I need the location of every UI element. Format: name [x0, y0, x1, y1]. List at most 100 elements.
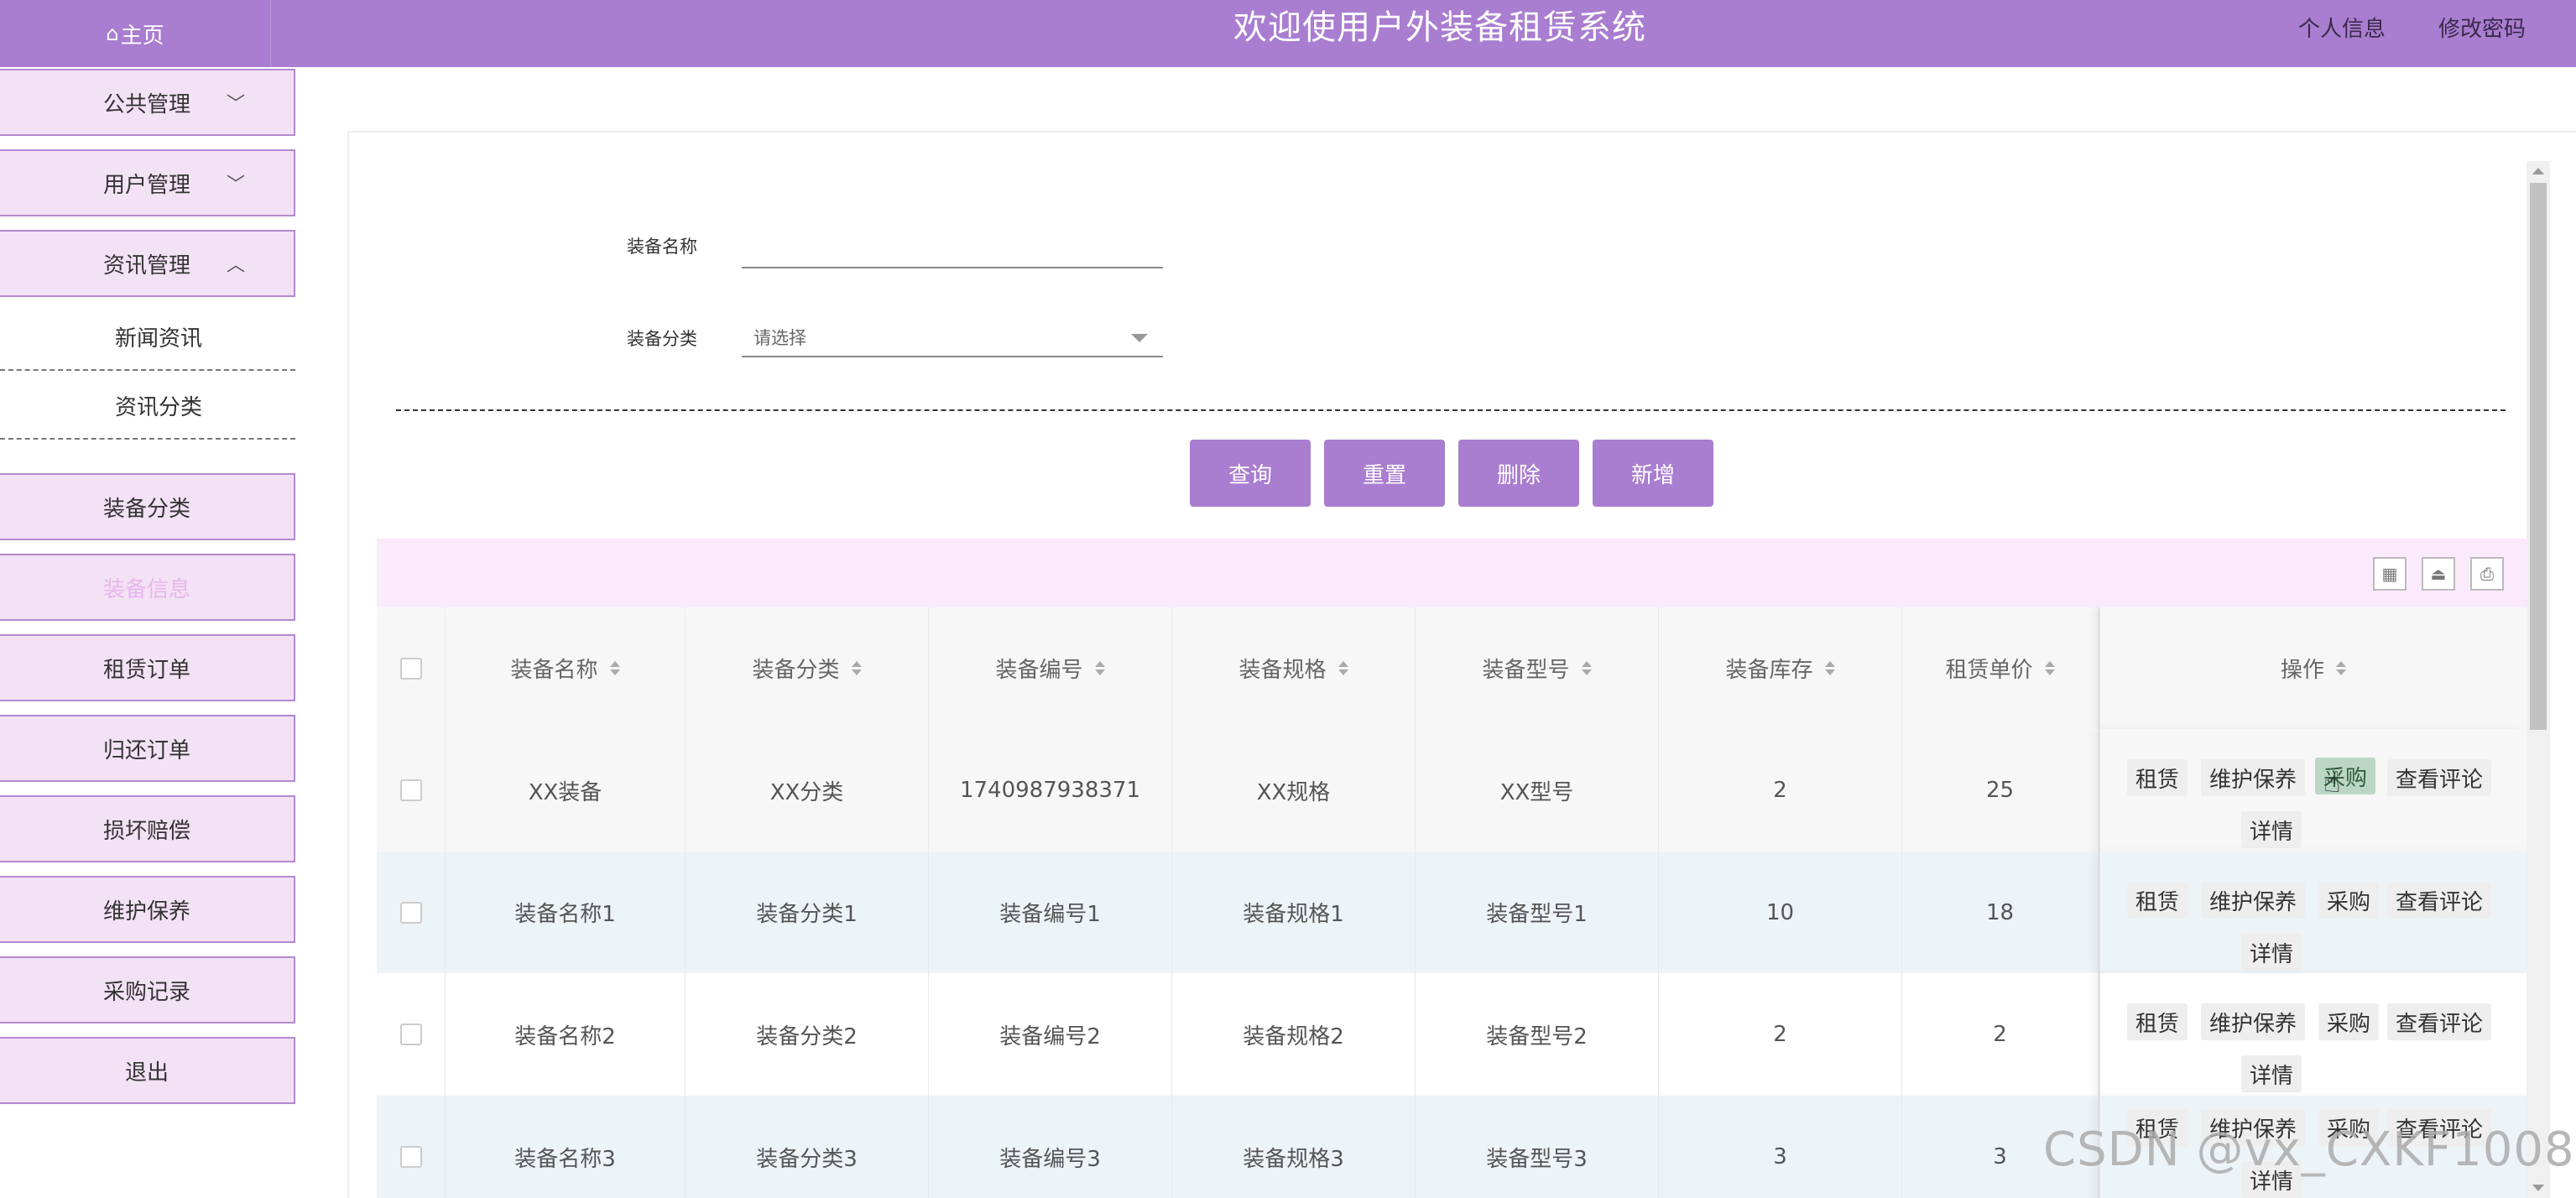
sort-icon[interactable] — [1338, 661, 1348, 675]
rent-button[interactable]: 租赁 — [2127, 882, 2188, 919]
row-checkbox[interactable] — [399, 1024, 422, 1045]
equipment-name-input[interactable] — [742, 230, 1163, 268]
column-header-label: 操作 — [2280, 658, 2324, 683]
table-cell: XX规格 — [1172, 729, 1416, 852]
row-checkbox[interactable] — [399, 1146, 422, 1168]
home-link[interactable]: ⌂ 主页 — [0, 0, 271, 67]
column-header[interactable]: 装备名称 — [446, 607, 686, 729]
sidebar-item-label: 新闻资讯 — [114, 326, 202, 352]
sidebar-item-rental-orders[interactable]: 租赁订单 — [0, 634, 295, 701]
column-header[interactable]: 租赁单价 — [1902, 607, 2099, 729]
divider — [396, 409, 2506, 411]
change-password-link[interactable]: 修改密码 — [2438, 12, 2526, 43]
column-header-label: 装备分类 — [752, 658, 840, 683]
table-cell: 装备编号1 — [929, 852, 1172, 973]
row-actions-cell: 租赁 维护保养 采购 查看评论 详情 ☝ — [2099, 729, 2526, 852]
sidebar-item-maintenance[interactable]: 维护保养 — [0, 876, 295, 943]
scroll-up-icon[interactable] — [2532, 168, 2544, 174]
scroll-down-icon[interactable] — [2532, 1185, 2544, 1191]
column-header-label: 装备编号 — [995, 658, 1083, 683]
table-cell: 1740987938371 — [929, 729, 1172, 852]
table-row[interactable]: 装备名称2 装备分类2 装备编号2 装备规格2 装备型号2 2 2 租赁 维护保… — [377, 973, 2526, 1096]
view-comments-button[interactable]: 查看评论 — [2387, 1003, 2492, 1040]
sidebar-item-news-management[interactable]: 资讯管理 ︿ — [0, 230, 295, 297]
equipment-category-select[interactable]: 请选择 — [742, 319, 1163, 357]
table-cell: 装备分类1 — [686, 852, 929, 973]
table-cell: 装备规格3 — [1172, 1096, 1416, 1198]
purchase-button[interactable]: 采购 — [2315, 758, 2376, 794]
sidebar-item-user-management[interactable]: 用户管理 ﹀ — [0, 149, 295, 216]
site-title: 欢迎使用户外装备租赁系统 — [1233, 8, 1646, 47]
sidebar-item-label: 装备分类 — [102, 496, 190, 522]
purchase-button[interactable]: 采购 — [2318, 882, 2380, 919]
sort-icon[interactable] — [851, 661, 862, 675]
sidebar-item-label: 维护保养 — [102, 898, 190, 925]
table-row[interactable]: XX装备 XX分类 1740987938371 XX规格 XX型号 2 25 租… — [377, 729, 2526, 852]
details-button[interactable]: 详情 — [2241, 934, 2302, 971]
column-header-label: 装备规格 — [1238, 658, 1327, 683]
sort-icon[interactable] — [1581, 661, 1592, 675]
sidebar-item-equipment-info[interactable]: 装备信息 — [0, 554, 295, 621]
scrollbar-thumb[interactable] — [2530, 183, 2547, 730]
maintenance-button[interactable]: 维护保养 — [2201, 882, 2306, 919]
table-cell: 装备分类2 — [686, 973, 929, 1096]
vertical-scrollbar[interactable] — [2526, 161, 2550, 1198]
column-header[interactable]: 装备编号 — [929, 607, 1172, 729]
table-cell: 装备编号2 — [929, 973, 1172, 1096]
chevron-down-icon: ﹀ — [227, 94, 246, 115]
sidebar-item-public-management[interactable]: 公共管理 ﹀ — [0, 69, 295, 136]
sort-icon[interactable] — [2336, 661, 2346, 675]
select-all-checkbox[interactable] — [399, 657, 422, 680]
sort-icon[interactable] — [2044, 661, 2055, 675]
profile-link[interactable]: 个人信息 — [2298, 12, 2386, 43]
sidebar-item-return-orders[interactable]: 归还订单 — [0, 715, 295, 782]
table-cell: 装备名称3 — [446, 1096, 686, 1198]
rent-button[interactable]: 租赁 — [2127, 759, 2188, 796]
purchase-button[interactable]: 采购 — [2318, 1003, 2380, 1040]
table-header-row: 装备名称 装备分类 装备编号 装备规格 装备型号 装备库存 租赁单价 操作 — [377, 607, 2526, 730]
column-header[interactable]: 装备分类 — [686, 607, 929, 729]
reset-button[interactable]: 重置 — [1324, 440, 1445, 507]
view-comments-button[interactable]: 查看评论 — [2387, 882, 2492, 919]
category-select-placeholder: 请选择 — [754, 328, 806, 348]
column-header[interactable]: 装备型号 — [1416, 607, 1659, 729]
actions-header-cell: 操作 — [2099, 607, 2526, 729]
column-header[interactable]: 操作 — [2100, 607, 2526, 729]
equipment-name-label: 装备名称 — [627, 237, 697, 257]
row-checkbox[interactable] — [399, 779, 422, 801]
watermark: CSDN @vx_CXKF10088 — [2043, 1122, 2576, 1177]
caret-down-icon — [1131, 334, 1148, 342]
print-icon[interactable]: ⎙ — [2470, 557, 2504, 591]
rent-button[interactable]: 租赁 — [2127, 1003, 2188, 1040]
row-checkbox[interactable] — [399, 901, 422, 924]
query-button[interactable]: 查询 — [1190, 440, 1311, 507]
table-row[interactable]: 装备名称1 装备分类1 装备编号1 装备规格1 装备型号1 10 18 租赁 维… — [377, 852, 2526, 973]
row-actions-cell: 租赁 维护保养 采购 查看评论 详情 — [2099, 973, 2526, 1096]
maintenance-button[interactable]: 维护保养 — [2201, 1003, 2306, 1040]
sidebar-item-purchase-records[interactable]: 采购记录 — [0, 956, 295, 1024]
select-all-cell — [377, 607, 446, 729]
details-button[interactable]: 详情 — [2241, 811, 2302, 848]
sort-icon[interactable] — [1824, 661, 1835, 675]
column-header[interactable]: 装备规格 — [1172, 607, 1416, 729]
table-cell: 装备规格2 — [1172, 973, 1416, 1096]
view-comments-button[interactable]: 查看评论 — [2387, 759, 2492, 796]
column-header[interactable]: 装备库存 — [1659, 607, 1902, 729]
export-icon[interactable]: ⏏ — [2422, 557, 2455, 591]
equipment-table: 装备名称 装备分类 装备编号 装备规格 装备型号 装备库存 租赁单价 操作 XX… — [377, 607, 2526, 1198]
column-header-label: 租赁单价 — [1945, 658, 2033, 683]
sidebar-item-damage-compensation[interactable]: 损坏赔偿 — [0, 795, 295, 862]
maintenance-button[interactable]: 维护保养 — [2201, 759, 2306, 796]
columns-icon[interactable]: ▦ — [2373, 557, 2407, 591]
sidebar-item-logout[interactable]: 退出 — [0, 1037, 295, 1104]
delete-button[interactable]: 删除 — [1458, 440, 1579, 507]
chevron-up-icon: ︿ — [227, 255, 246, 276]
sort-icon[interactable] — [609, 661, 620, 675]
details-button[interactable]: 详情 — [2241, 1055, 2302, 1092]
sidebar-item-equipment-category[interactable]: 装备分类 — [0, 473, 295, 540]
sidebar-subitem-news-category[interactable]: 资讯分类 — [0, 372, 295, 440]
add-button[interactable]: 新增 — [1593, 440, 1713, 507]
sort-icon[interactable] — [1094, 661, 1105, 675]
sidebar-subitem-news[interactable]: 新闻资讯 — [0, 304, 295, 371]
sidebar-item-label: 装备信息 — [102, 576, 190, 602]
